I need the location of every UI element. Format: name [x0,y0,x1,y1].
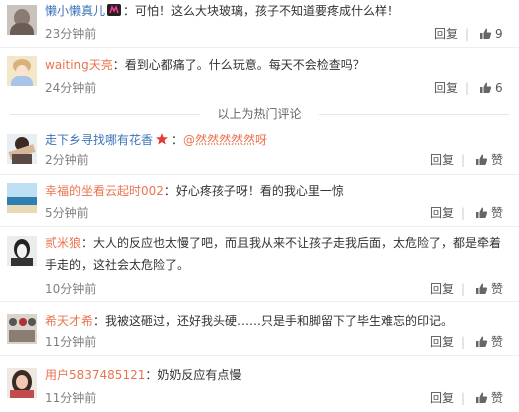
reply-button[interactable]: 回复 [434,26,458,42]
thumbs-up-icon [476,392,488,403]
like-button[interactable]: 赞 [475,205,503,221]
comment-text: ： [171,133,184,147]
reply-button[interactable]: 回复 [430,281,454,297]
avatar[interactable] [7,56,37,86]
star-badge-icon [155,130,169,145]
like-count: 6 [495,81,503,95]
comment-item: 用户5837485121：奶奶反应有点慢 11分钟前 回复 | 赞 [0,356,519,412]
action-separator: | [465,81,470,95]
comment-text: ：我被这砸过，还好我头硬……只是手和脚留下了毕生难忘的印记。 [93,314,454,328]
like-button[interactable]: 9 [479,26,503,42]
comment-username[interactable]: 懒小懒真儿 [45,4,105,18]
comment-username[interactable]: 幸福的坐看云起时002 [45,184,164,198]
action-separator: | [461,153,466,167]
like-button[interactable]: 赞 [475,390,503,406]
comment-time: 2分钟前 [45,153,89,167]
reply-button[interactable]: 回复 [430,390,454,406]
thumbs-up-icon [476,283,488,294]
like-label: 赞 [491,335,504,349]
like-count: 9 [495,27,503,41]
hot-comments-divider: 以上为热门评论 [0,103,519,125]
avatar[interactable] [7,236,37,266]
avatar[interactable] [7,5,37,35]
comment-text: ：大人的反应也太慢了吧，而且我从来不让孩子走我后面，太危险了，都是牵着 [81,236,502,250]
comment-time: 11分钟前 [45,335,97,349]
like-button[interactable]: 赞 [475,334,503,350]
reply-button[interactable]: 回复 [434,80,458,96]
comment-time: 10分钟前 [45,282,97,296]
like-label: 赞 [491,153,504,167]
reply-button[interactable]: 回复 [430,152,454,168]
like-label: 赞 [491,282,504,296]
comment-time: 24分钟前 [45,81,97,95]
comment-username[interactable]: 贰米狼 [45,236,81,250]
like-label: 赞 [491,391,504,405]
comment-item: waiting天亮：看到心都痛了。什么玩意。每天不会检查吗？ 24分钟前 回复 … [0,48,519,102]
thumbs-up-icon [480,28,492,39]
like-button[interactable]: 赞 [475,281,503,297]
avatar[interactable] [7,314,37,344]
reply-button[interactable]: 回复 [430,334,454,350]
like-button[interactable]: 6 [479,80,503,96]
comment-item: 幸福的坐看云起时002：好心疼孩子呀！看的我心里一惊 5分钟前 回复 | 赞 [0,175,519,227]
action-separator: | [461,335,466,349]
action-separator: | [461,282,466,296]
comment-username[interactable]: 用户5837485121 [45,368,145,382]
comment-text-continued: 手走的，这社会太危险了。 [45,258,190,272]
like-label: 赞 [491,206,504,220]
action-separator: | [461,391,466,405]
comment-list: 懒小懒真儿 ：可怕！这么大块玻璃，孩子不知道要疼成什么样！ 23分钟前 回复 | … [0,0,519,412]
comment-item: 希天才希：我被这砸过，还好我头硬……只是手和脚留下了毕生难忘的印记。 11分钟前… [0,302,519,356]
mention-link[interactable]: @然然然然然呀 [183,133,267,147]
thumbs-up-icon [480,82,492,93]
comment-username[interactable]: waiting天亮 [45,58,113,72]
comment-text: ：看到心都痛了。什么玩意。每天不会检查吗？ [112,58,365,72]
thumbs-up-icon [476,154,488,165]
action-separator: | [461,206,466,220]
avatar[interactable] [7,183,37,213]
like-button[interactable]: 赞 [475,152,503,168]
comment-time: 5分钟前 [45,206,89,220]
comment-time: 11分钟前 [45,391,97,405]
comment-text: ：可怕！这么大块玻璃，孩子不知道要疼成什么样！ [123,4,400,18]
action-separator: | [465,27,470,41]
comment-text: ：好心疼孩子呀！看的我心里一惊 [163,184,344,198]
member-badge-icon [107,1,122,16]
comment-item: 贰米狼：大人的反应也太慢了吧，而且我从来不让孩子走我后面，太危险了，都是牵着 手… [0,227,519,302]
comment-time: 23分钟前 [45,27,97,41]
comment-username[interactable]: 走下乡寻找哪有花香 [45,133,153,147]
thumbs-up-icon [476,207,488,218]
comment-username[interactable]: 希天才希 [45,314,93,328]
comment-item: 懒小懒真儿 ：可怕！这么大块玻璃，孩子不知道要疼成什么样！ 23分钟前 回复 | … [0,0,519,48]
reply-button[interactable]: 回复 [430,205,454,221]
thumbs-up-icon [476,336,488,347]
avatar[interactable] [7,368,37,398]
comment-item: 走下乡寻找哪有花香 ：@然然然然然呀 2分钟前 回复 | 赞 [0,126,519,175]
comment-text: ：奶奶反应有点慢 [145,368,242,382]
avatar[interactable] [7,134,37,164]
